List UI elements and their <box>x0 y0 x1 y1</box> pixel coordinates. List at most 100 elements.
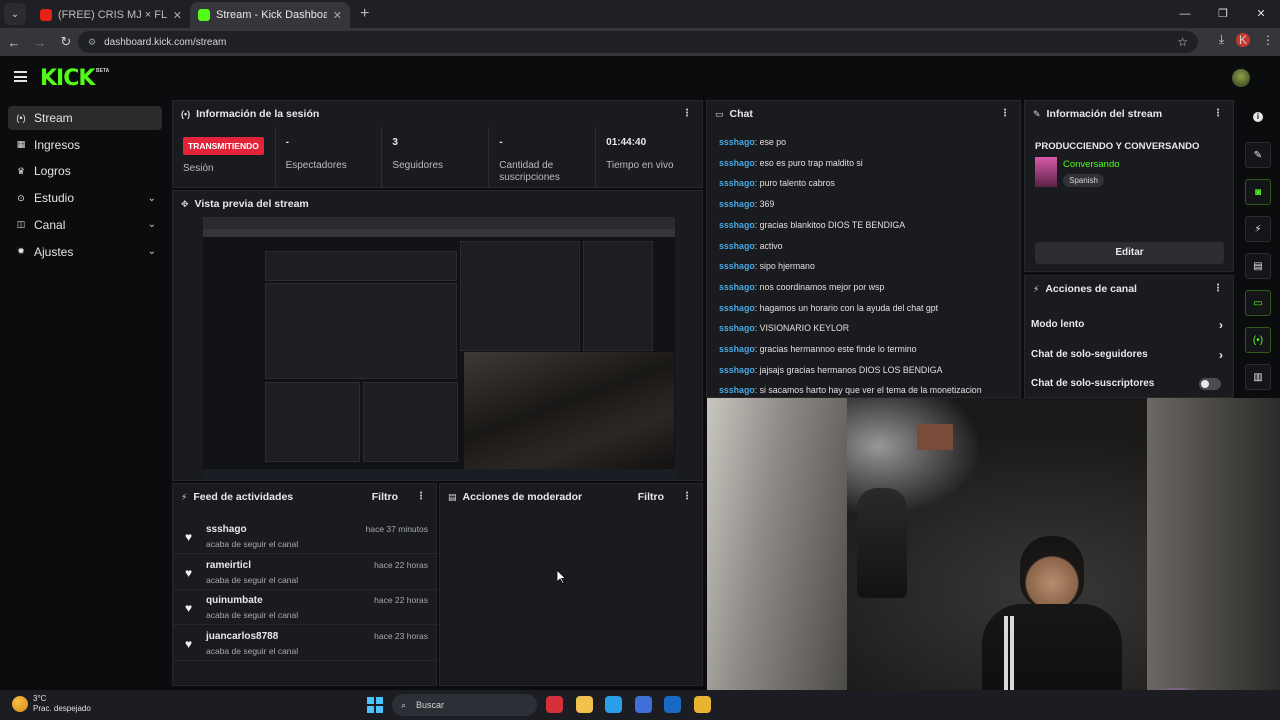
close-tab-icon[interactable]: ✕ <box>333 9 342 22</box>
taskbar-search[interactable]: ⌕ Buscar <box>392 694 537 716</box>
info-icon[interactable]: i <box>1253 112 1263 122</box>
kebab-menu-icon[interactable]: ⋮ <box>416 491 426 502</box>
panel-title: Acciones de moderador <box>462 491 583 503</box>
sidebar-item-canal[interactable]: ◫ Canal ⌄ <box>8 213 162 237</box>
tab-search-button[interactable]: ⌄ <box>4 3 26 25</box>
new-tab-icon[interactable]: + <box>360 5 369 23</box>
stream-category[interactable]: Conversando <box>1063 159 1120 170</box>
feed-username[interactable]: ssshago <box>206 524 247 535</box>
bookmark-star-icon[interactable]: ☆ <box>1177 35 1188 49</box>
kick-logo[interactable]: KICK <box>40 66 95 91</box>
feed-username[interactable]: juancarlos8788 <box>206 631 278 642</box>
channel-action-2[interactable]: Chat de solo-suscriptores <box>1031 371 1227 397</box>
moderator-filter-button[interactable]: Filtro <box>638 491 664 503</box>
camera-icon[interactable]: ◙ <box>1245 179 1271 205</box>
stat-live-time: 01:44:40 Tiempo en vivo <box>595 127 702 187</box>
kebab-menu-icon[interactable]: ⋮ <box>1213 283 1223 294</box>
chat-username[interactable]: ssshago <box>719 241 755 251</box>
channel-action-label: Modo lento <box>1031 319 1085 330</box>
profile-avatar[interactable]: K <box>1236 32 1250 47</box>
feed-username[interactable]: rameirticl <box>206 560 251 571</box>
chevron-down-icon[interactable]: ⌄ <box>148 246 156 257</box>
chrome-icon[interactable] <box>693 696 711 713</box>
sidebar-item-ingresos[interactable]: ▦ Ingresos <box>8 133 162 157</box>
preview-mini-preview <box>265 283 457 379</box>
stat-label: Seguidores <box>392 160 444 171</box>
chat-bubble-icon[interactable]: ▭ <box>1245 290 1271 316</box>
address-bar[interactable]: ⚙ dashboard.kick.com/stream ☆ <box>78 31 1198 53</box>
sidebar-item-stream[interactable]: (•) Stream <box>8 106 162 130</box>
restore-icon[interactable]: ❐ <box>1204 0 1242 28</box>
chat-username[interactable]: ssshago <box>719 344 755 354</box>
store-icon[interactable] <box>634 696 652 713</box>
chevron-right-icon[interactable]: › <box>1219 312 1223 338</box>
kebab-menu-icon[interactable]: ⋮ <box>682 491 692 502</box>
kebab-menu-icon[interactable]: ⋮ <box>1000 108 1010 119</box>
close-tab-icon[interactable]: ✕ <box>173 9 182 22</box>
chat-text: : eso es puro trap maldito si <box>754 157 863 168</box>
sidebar-item-logros[interactable]: ♛ Logros <box>8 159 162 183</box>
download-icon[interactable]: ⤓ <box>1219 32 1224 47</box>
windows-start-icon[interactable] <box>367 697 383 713</box>
layout-icon[interactable]: ▥ <box>1245 364 1271 390</box>
channel-action-1[interactable]: Chat de solo-seguidores › <box>1031 342 1227 368</box>
lightning-icon[interactable]: ⚡ <box>1245 216 1271 242</box>
close-window-icon[interactable]: ✕ <box>1242 0 1280 28</box>
sidebar-item-label: Canal <box>34 217 66 232</box>
stat-viewers: - Espectadores <box>274 127 382 187</box>
stream-preview-panel: ✥ Vista previa del stream <box>172 190 703 481</box>
site-info-icon[interactable]: ⚙ <box>88 37 96 48</box>
chat-username[interactable]: ssshago <box>719 178 755 188</box>
channel-action-0[interactable]: Modo lento › <box>1031 312 1227 338</box>
pencil-icon: ✎ <box>1033 108 1041 119</box>
document-icon[interactable]: ▤ <box>1245 253 1271 279</box>
kebab-menu-icon[interactable]: ⋮ <box>1213 108 1223 119</box>
chat-username[interactable]: ssshago <box>719 323 755 333</box>
forward-icon[interactable]: → <box>28 35 52 50</box>
chevron-right-icon[interactable]: › <box>1219 342 1223 368</box>
toggle-switch[interactable] <box>1199 378 1221 390</box>
feed-username[interactable]: quinumbate <box>206 595 263 606</box>
sidebar-item-label: Ingresos <box>34 137 81 152</box>
chevron-down-icon[interactable]: ⌄ <box>148 193 156 204</box>
reload-icon[interactable]: ↻ <box>54 34 78 50</box>
user-avatar[interactable] <box>1232 69 1250 87</box>
chat-username[interactable]: ssshago <box>719 158 755 168</box>
app-red-icon[interactable] <box>546 696 563 713</box>
feed-filter-button[interactable]: Filtro <box>372 491 398 503</box>
chevron-down-icon[interactable]: ⌄ <box>148 219 156 230</box>
chat-username[interactable]: ssshago <box>719 137 755 147</box>
sidebar: (•) Stream ▦ Ingresos ♛ Logros ⊙ Estudio ⌄ ◫ Canal… <box>0 100 170 690</box>
menu-hamburger-icon[interactable] <box>14 71 27 82</box>
preview-mini-chat <box>460 241 580 351</box>
mouse-cursor <box>556 569 567 585</box>
kebab-menu-icon[interactable]: ⋮ <box>682 108 692 119</box>
pencil-icon[interactable]: ✎ <box>1245 142 1271 168</box>
chat-username[interactable]: ssshago <box>719 282 755 292</box>
chat-username[interactable]: ssshago <box>719 220 755 230</box>
stream-preview-video[interactable] <box>203 217 675 479</box>
sidebar-item-estudio[interactable]: ⊙ Estudio ⌄ <box>8 186 162 210</box>
chat-username[interactable]: ssshago <box>719 365 755 375</box>
chat-username[interactable]: ssshago <box>719 199 755 209</box>
back-icon[interactable]: ← <box>2 35 26 50</box>
browser-tab-youtube[interactable]: (FREE) CRIS MJ × FLOYY MENOR ✕ <box>32 2 190 28</box>
chat-username[interactable]: ssshago <box>719 303 755 313</box>
outlook-icon[interactable] <box>664 696 681 713</box>
broadcast-icon[interactable]: (•) <box>1245 327 1271 353</box>
file-explorer-icon[interactable] <box>575 696 593 713</box>
browser-menu-icon[interactable]: ⋮ <box>1262 33 1274 47</box>
minimize-icon[interactable]: — <box>1166 0 1204 28</box>
chat-message: ssshago: eso es puro trap maldito si <box>719 158 863 168</box>
chat-username[interactable]: ssshago <box>719 385 755 395</box>
weather-widget[interactable]: 3°C Prac. despejado <box>12 694 91 714</box>
activity-feed-panel: ⚡ Feed de actividades Filtro ⋮ ♥ ssshago a… <box>172 483 438 686</box>
edge-icon[interactable] <box>605 696 622 713</box>
chat-username[interactable]: ssshago <box>719 261 755 271</box>
sidebar-item-ajustes[interactable]: ✹ Ajustes ⌄ <box>8 240 162 264</box>
chat-text: : 369 <box>754 199 775 210</box>
preview-mini-chrome <box>203 217 675 229</box>
edit-stream-button[interactable]: Editar <box>1035 242 1224 264</box>
browser-tab-kick[interactable]: Stream - Kick Dashboard ✕ <box>190 2 350 28</box>
stat-followers: 3 Seguidores <box>381 127 488 187</box>
